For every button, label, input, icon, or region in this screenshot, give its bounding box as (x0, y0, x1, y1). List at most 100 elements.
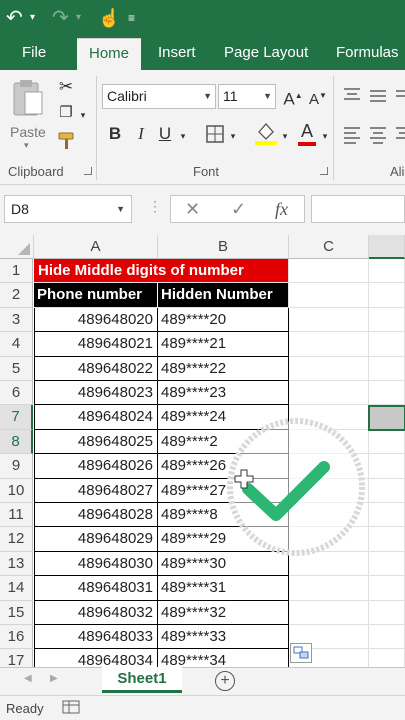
phone-number-cell[interactable]: 489648032 (34, 600, 158, 625)
fill-color-icon[interactable] (254, 120, 278, 146)
sheet-tab-sheet1[interactable]: Sheet1 (102, 667, 182, 693)
empty-cell[interactable] (289, 259, 369, 284)
format-painter-icon[interactable] (57, 130, 79, 152)
header-cell-hidden-number[interactable]: Hidden Number (158, 283, 289, 308)
italic-button[interactable]: I (132, 123, 150, 145)
underline-dropdown-icon[interactable]: ▾ (178, 125, 188, 147)
empty-cell[interactable] (289, 381, 369, 406)
phone-number-cell[interactable]: 489648026 (34, 454, 158, 479)
row-header[interactable]: 10 (0, 478, 33, 503)
row-header[interactable]: 13 (0, 551, 33, 577)
shrink-font-button[interactable]: A▼ (308, 85, 328, 111)
phone-number-cell[interactable]: 489648025 (34, 429, 158, 455)
empty-cell[interactable] (289, 356, 369, 381)
fill-color-dropdown-icon[interactable]: ▾ (280, 125, 290, 147)
vertical-align-icons[interactable] (342, 85, 405, 107)
empty-cell[interactable] (289, 576, 369, 601)
formula-input[interactable] (311, 195, 405, 223)
scroll-right-icon[interactable]: ▶ (50, 673, 58, 684)
hidden-number-cell[interactable]: 489****33 (158, 625, 289, 650)
worksheet-grid[interactable]: A B C 1 Hide Middle digits of number 2 Phon… (0, 235, 405, 667)
cut-icon[interactable]: ✂ (55, 76, 77, 98)
undo-dropdown-icon[interactable]: ▾ (30, 4, 35, 32)
row-header[interactable]: 12 (0, 527, 33, 552)
redo-icon[interactable]: ↷ (52, 4, 69, 32)
bold-button[interactable]: B (106, 123, 124, 145)
cancel-entry-icon[interactable]: ✕ (185, 196, 200, 222)
phone-number-cell[interactable]: 489648030 (34, 551, 158, 577)
row-header[interactable]: 2 (0, 283, 33, 308)
name-box[interactable]: D8 ▼ (4, 195, 132, 223)
empty-cell[interactable] (369, 625, 405, 650)
font-color-button[interactable]: A (296, 118, 318, 146)
row-header[interactable]: 14 (0, 576, 33, 601)
hidden-number-cell[interactable]: 489****21 (158, 332, 289, 357)
more-options-icon[interactable]: ⋮ (148, 198, 162, 215)
font-size-dropdown[interactable]: 11 ▼ (218, 84, 276, 109)
font-launcher-icon[interactable] (320, 167, 328, 175)
empty-cell[interactable] (369, 307, 405, 333)
row-header[interactable]: 7 (0, 405, 33, 430)
tab-home[interactable]: Home (77, 38, 142, 70)
copy-icon[interactable]: ❐ (55, 102, 77, 124)
add-sheet-button[interactable]: + (215, 671, 235, 691)
grow-font-button[interactable]: A▲ (283, 85, 303, 111)
row-header[interactable]: 8 (0, 429, 33, 455)
paste-button[interactable]: Paste ▾ (8, 76, 48, 151)
phone-number-cell[interactable]: 489648029 (34, 527, 158, 552)
column-header-c[interactable]: C (289, 235, 369, 259)
hidden-number-cell[interactable]: 489****34 (158, 649, 289, 667)
column-header-b[interactable]: B (158, 235, 289, 259)
phone-number-cell[interactable]: 489648024 (34, 405, 158, 430)
row-header[interactable]: 9 (0, 454, 33, 479)
copy-dropdown-icon[interactable]: ▾ (78, 104, 88, 126)
row-header[interactable]: 4 (0, 332, 33, 357)
customize-qat-icon[interactable]: ≡ (128, 4, 135, 32)
paste-dropdown-icon[interactable]: ▾ (24, 140, 29, 151)
tab-page-layout[interactable]: Page Layout (224, 38, 308, 70)
row-header[interactable]: 5 (0, 356, 33, 381)
header-cell-phone-number[interactable]: Phone number (34, 283, 158, 308)
row-header[interactable]: 17 (0, 649, 33, 667)
empty-cell[interactable] (369, 503, 405, 528)
phone-number-cell[interactable]: 489648031 (34, 576, 158, 601)
empty-cell[interactable] (369, 332, 405, 357)
row-header[interactable]: 6 (0, 381, 33, 406)
empty-cell[interactable] (369, 527, 405, 552)
empty-cell[interactable] (289, 600, 369, 625)
phone-number-cell[interactable]: 489648020 (34, 307, 158, 333)
font-name-dropdown[interactable]: Calibri ▼ (102, 84, 216, 109)
borders-dropdown-icon[interactable]: ▾ (228, 125, 238, 147)
tab-insert[interactable]: Insert (158, 38, 196, 70)
empty-cell[interactable] (369, 381, 405, 406)
phone-number-cell[interactable]: 489648033 (34, 625, 158, 650)
column-header-d[interactable] (369, 235, 405, 259)
row-header[interactable]: 3 (0, 307, 33, 333)
empty-cell[interactable] (289, 283, 369, 308)
empty-cell[interactable] (369, 600, 405, 625)
hidden-number-cell[interactable]: 489****20 (158, 307, 289, 333)
empty-cell[interactable] (289, 307, 369, 333)
column-header-a[interactable]: A (34, 235, 158, 259)
empty-cell[interactable] (369, 259, 405, 284)
empty-cell[interactable] (369, 478, 405, 503)
select-all-corner[interactable] (0, 235, 34, 259)
tab-formulas[interactable]: Formulas (336, 38, 399, 70)
redo-dropdown-icon[interactable]: ▾ (76, 4, 81, 32)
empty-cell[interactable] (369, 576, 405, 601)
empty-cell[interactable] (369, 356, 405, 381)
insert-function-icon[interactable]: fx (275, 196, 288, 222)
phone-number-cell[interactable]: 489648022 (34, 356, 158, 381)
undo-icon[interactable]: ↶ (6, 4, 23, 32)
phone-number-cell[interactable]: 489648027 (34, 478, 158, 503)
empty-cell[interactable] (369, 429, 405, 455)
borders-icon[interactable] (205, 124, 225, 144)
row-header[interactable]: 1 (0, 259, 33, 284)
scroll-left-icon[interactable]: ◀ (24, 673, 32, 684)
title-cell[interactable]: Hide Middle digits of number (34, 259, 289, 284)
row-header[interactable]: 16 (0, 625, 33, 650)
hidden-number-cell[interactable]: 489****23 (158, 381, 289, 406)
hidden-number-cell[interactable]: 489****32 (158, 600, 289, 625)
tab-file[interactable]: File (22, 38, 46, 70)
touch-mode-icon[interactable]: ☝ (98, 4, 120, 32)
